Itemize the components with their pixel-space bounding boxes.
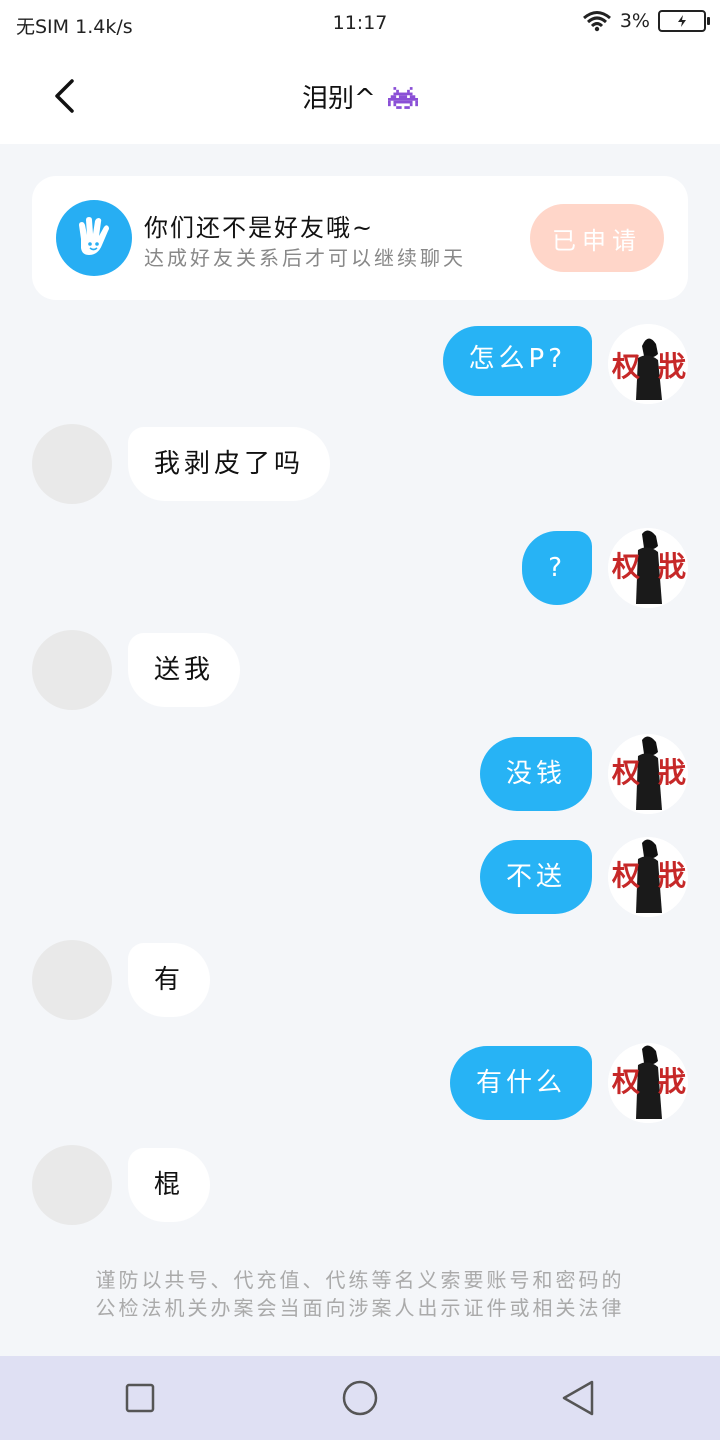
my-avatar[interactable]: 权 戕 — [608, 734, 688, 814]
applied-button[interactable]: 已申请 — [530, 204, 664, 272]
svg-text:权: 权 — [611, 550, 640, 583]
nav-back-button[interactable] — [556, 1376, 600, 1420]
message-row: 怎么P? 权 戕 — [0, 324, 720, 404]
friend-card-title: 你们还不是好友哦~ — [144, 214, 375, 242]
battery-percent: 3% — [619, 10, 650, 32]
chat-title: 泪别^ — [0, 78, 720, 115]
space-invader-icon — [388, 87, 419, 109]
message-row: 送我 — [0, 630, 720, 710]
svg-text:戕: 戕 — [658, 550, 686, 583]
status-bar: 无SIM 1.4k/s 11:17 3% — [0, 0, 720, 48]
message-row: 棍 — [0, 1145, 720, 1225]
square-icon — [125, 1383, 155, 1413]
message-bubble-received[interactable]: 我剥皮了吗 — [128, 427, 331, 501]
wifi-icon — [582, 11, 611, 32]
battery-charging-icon — [658, 10, 710, 32]
svg-text:戕: 戕 — [658, 350, 686, 383]
chat-header: 泪别^ — [0, 48, 720, 144]
my-avatar[interactable]: 权 戕 — [608, 837, 688, 917]
svg-text:权: 权 — [611, 859, 640, 892]
svg-text:权: 权 — [611, 350, 640, 383]
contact-name: 泪别^ — [301, 84, 376, 114]
message-row: 没钱 权 戕 — [0, 734, 720, 814]
message-bubble-received[interactable]: 有 — [128, 943, 211, 1017]
system-nav-bar — [0, 1356, 720, 1440]
message-bubble-sent[interactable]: 怎么P? — [442, 326, 592, 396]
message-row: 不送 权 戕 — [0, 837, 720, 917]
recents-button[interactable] — [118, 1376, 162, 1420]
warning-line-1: 谨防以共号、代充值、代练等名义索要账号和密码的 — [95, 1268, 625, 1292]
circle-icon — [342, 1380, 378, 1416]
safety-warning: 谨防以共号、代充值、代练等名义索要账号和密码的 公检法机关办案会当面向涉案人出示… — [0, 1266, 720, 1322]
message-row: 有 — [0, 940, 720, 1020]
my-avatar[interactable]: 权 戕 — [608, 1043, 688, 1123]
home-button[interactable] — [338, 1376, 382, 1420]
message-row: 有什么 权 戕 — [0, 1043, 720, 1123]
message-bubble-received[interactable]: 棍 — [128, 1148, 211, 1222]
warning-line-2: 公检法机关办案会当面向涉案人出示证件或相关法律 — [95, 1296, 625, 1320]
contact-avatar[interactable] — [32, 424, 112, 504]
status-right: 3% — [582, 10, 710, 32]
friend-request-card: 你们还不是好友哦~ 达成好友关系后才可以继续聊天 已申请 — [32, 176, 688, 300]
svg-text:戕: 戕 — [658, 859, 686, 892]
message-row: ? 权 戕 — [0, 528, 720, 608]
svg-text:权: 权 — [611, 756, 640, 789]
waving-hand-icon — [56, 200, 132, 276]
message-bubble-received[interactable]: 送我 — [128, 633, 241, 707]
svg-text:权: 权 — [611, 1065, 640, 1098]
message-row: 我剥皮了吗 — [0, 424, 720, 504]
svg-text:戕: 戕 — [658, 1065, 686, 1098]
message-bubble-sent[interactable]: ? — [522, 531, 592, 605]
message-bubble-sent[interactable]: 不送 — [479, 840, 592, 914]
contact-avatar[interactable] — [32, 1145, 112, 1225]
svg-text:戕: 戕 — [658, 756, 686, 789]
message-bubble-sent[interactable]: 没钱 — [479, 737, 592, 811]
my-avatar[interactable]: 权 戕 — [608, 528, 688, 608]
friend-card-subtitle: 达成好友关系后才可以继续聊天 — [144, 246, 466, 270]
contact-avatar[interactable] — [32, 630, 112, 710]
message-list[interactable]: 怎么P? 权 戕 我剥皮了吗 ? 权 戕 送我 没钱 权 戕 不送 权 戕 有 … — [0, 300, 720, 1356]
my-avatar[interactable]: 权 戕 — [608, 324, 688, 404]
triangle-back-icon — [562, 1380, 594, 1416]
message-bubble-sent[interactable]: 有什么 — [449, 1046, 592, 1120]
contact-avatar[interactable] — [32, 940, 112, 1020]
